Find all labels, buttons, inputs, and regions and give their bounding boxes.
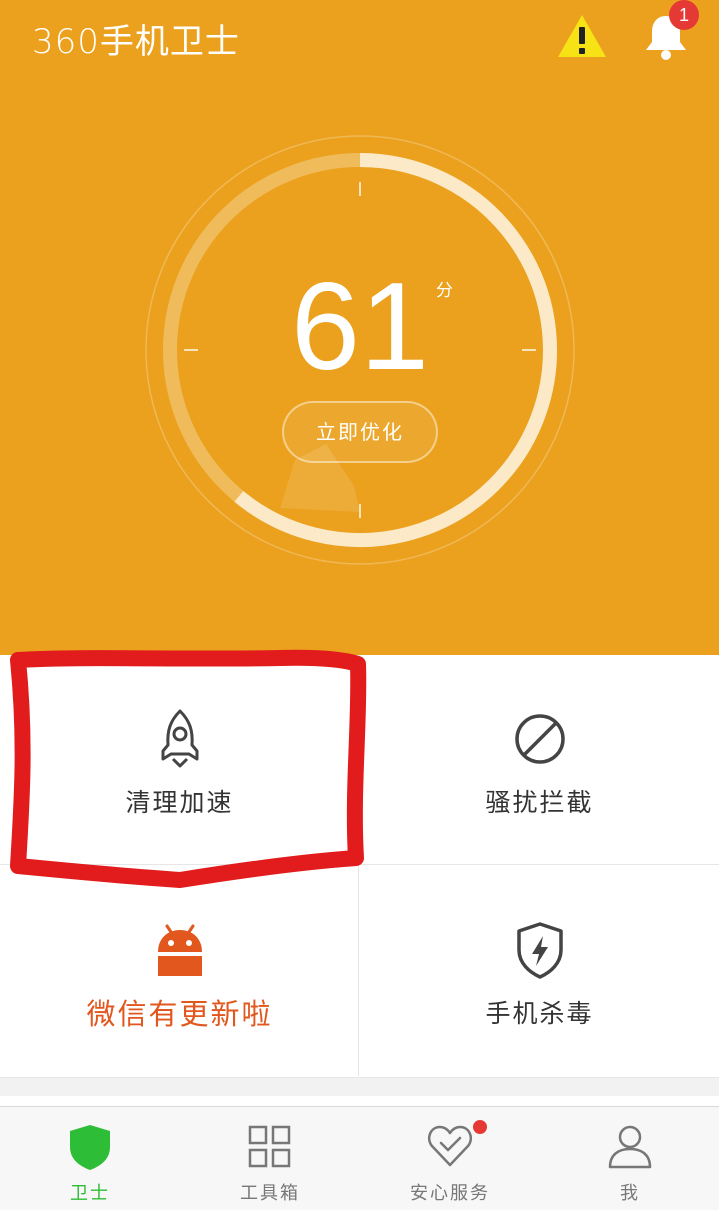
feature-label: 骚扰拦截 — [485, 788, 594, 817]
header-panel: 360手机卫士 1 61 分 立即优化 — [0, 0, 719, 655]
section-divider — [0, 1077, 719, 1096]
bottom-tab-bar: 卫士 工具箱 安心服务 我 — [0, 1106, 719, 1210]
feature-grid: 清理加速 骚扰拦截 微信有更新啦 手机杀毒 — [0, 655, 719, 1077]
user-icon — [608, 1125, 652, 1169]
rocket-icon — [161, 709, 199, 768]
tab-label: 安心服务 — [410, 1183, 490, 1204]
grid-icon — [248, 1125, 291, 1168]
feature-antivirus[interactable]: 手机杀毒 — [360, 866, 719, 1076]
feature-clean-speedup[interactable]: 清理加速 — [0, 655, 359, 865]
feature-harassment-block[interactable]: 骚扰拦截 — [360, 655, 719, 865]
score-value: 61 — [291, 258, 429, 396]
tab-label: 工具箱 — [240, 1183, 300, 1204]
tab-label: 卫士 — [70, 1183, 110, 1204]
score-unit: 分 — [436, 281, 453, 301]
optimize-now-button[interactable]: 立即优化 — [282, 401, 438, 463]
tab-guard[interactable]: 卫士 — [0, 1107, 180, 1210]
heart-check-icon — [428, 1125, 472, 1167]
block-icon — [515, 714, 565, 764]
shield-icon — [70, 1125, 110, 1170]
app-title: 360手机卫士 — [32, 22, 240, 62]
shield-bolt-icon — [517, 922, 563, 979]
android-icon — [158, 924, 202, 976]
tab-notification-dot — [473, 1120, 487, 1134]
feature-wechat-update[interactable]: 微信有更新啦 — [0, 866, 359, 1076]
feature-label: 手机杀毒 — [485, 999, 594, 1028]
notification-badge: 1 — [669, 0, 699, 30]
tab-label: 我 — [620, 1183, 640, 1204]
warning-icon[interactable] — [556, 12, 608, 60]
feature-label: 清理加速 — [125, 788, 234, 817]
tab-toolbox[interactable]: 工具箱 — [180, 1107, 360, 1210]
feature-label: 微信有更新啦 — [86, 997, 273, 1031]
tab-me[interactable]: 我 — [540, 1107, 719, 1210]
tab-peace-service[interactable]: 安心服务 — [360, 1107, 540, 1210]
